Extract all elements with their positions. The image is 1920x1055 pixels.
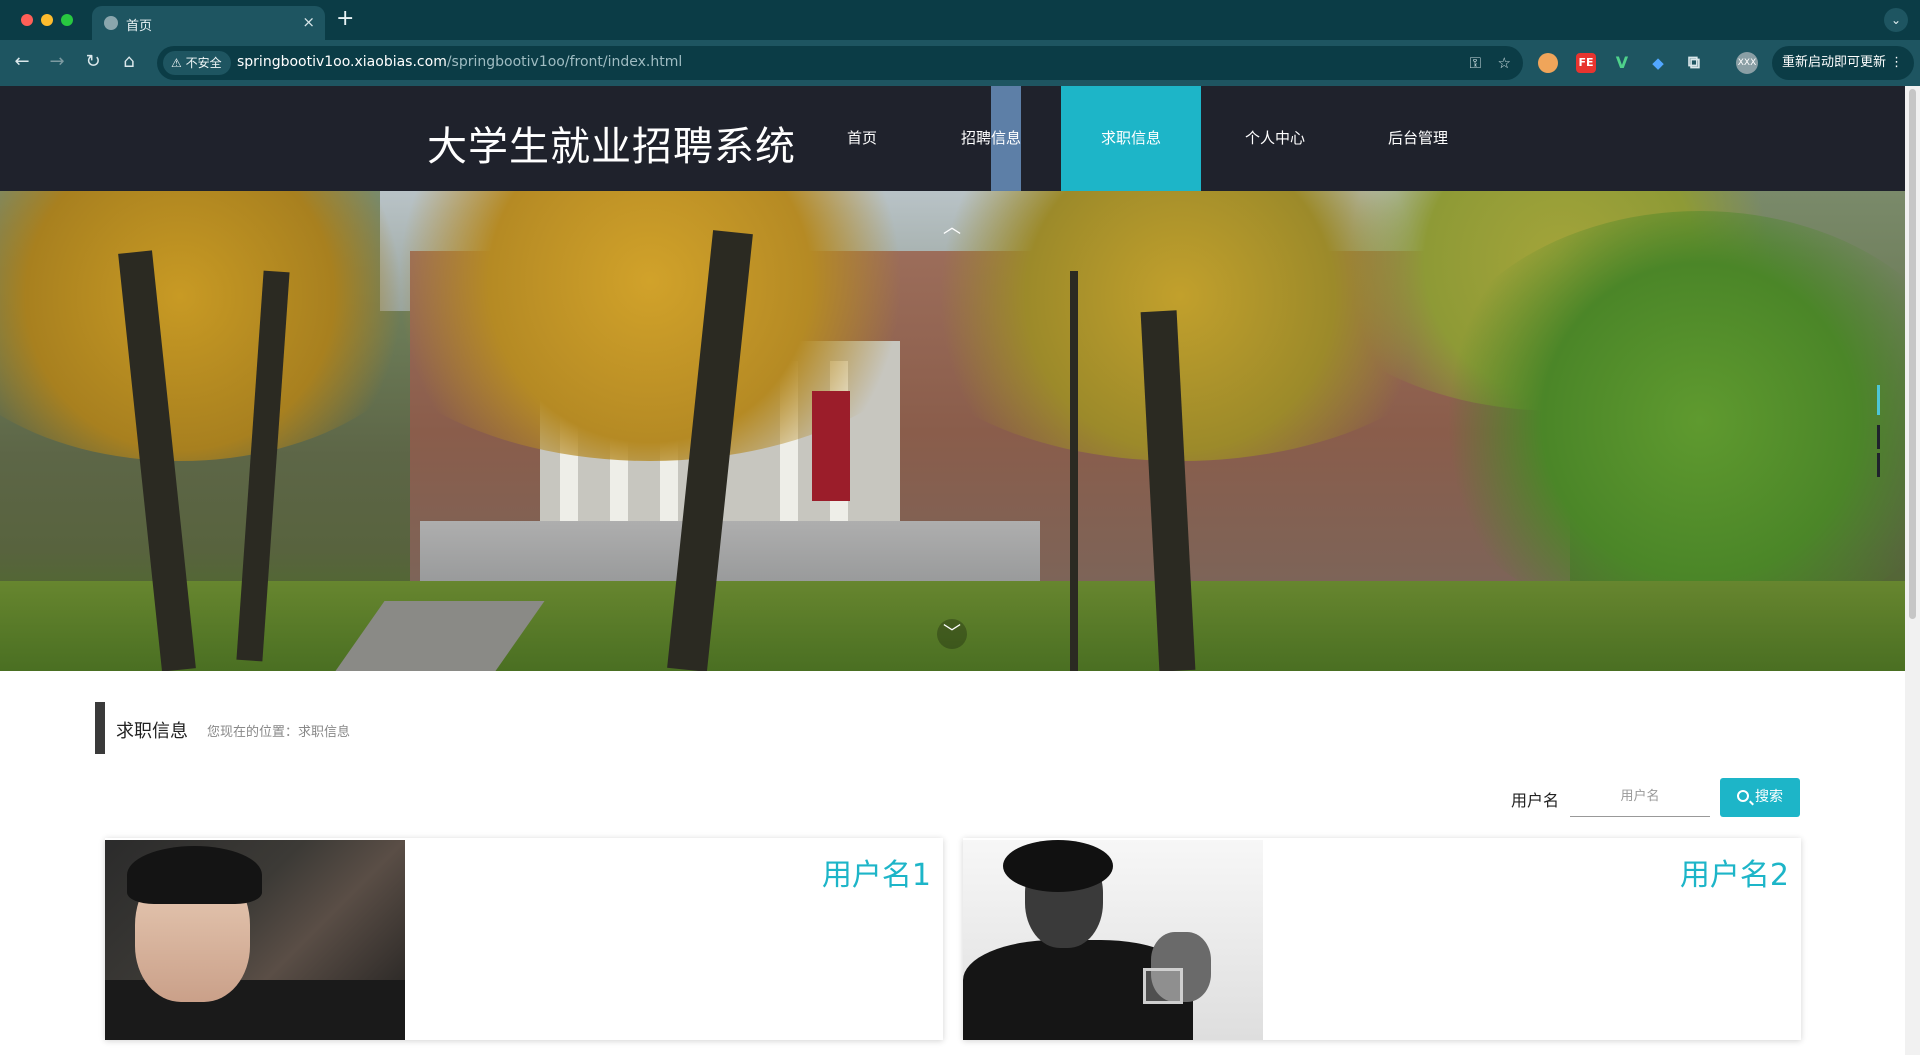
carousel-indicator[interactable] [1877,453,1880,477]
nav-home-label: 首页 [846,129,877,147]
page-scrollbar[interactable] [1905,86,1920,1055]
site-header: 大学生就业招聘系统 首页 招聘信息 求职信息 个人中心 后台管理 [0,86,1905,191]
window-minimize-button[interactable] [41,14,53,26]
extensions-puzzle-icon[interactable]: ⧉ [1684,53,1704,73]
banner-carousel: ︿ ﹀ [0,191,1905,671]
key-icon[interactable]: ⚿ [1470,54,1481,72]
carousel-indicator-active[interactable] [1877,385,1880,415]
globe-icon [104,16,118,30]
extension-fe-icon[interactable]: FE [1576,53,1596,73]
card-username[interactable]: 用户名1 [822,850,931,894]
banner-lamp-post [1070,271,1078,671]
home-icon[interactable]: ⌂ [117,52,141,72]
search-form: 用户名 搜索 [1480,775,1800,817]
nav-personal-center-label: 个人中心 [1244,129,1305,147]
browser-toolbar: ← → ↻ ⌂ ⚠ 不安全 springbootiv1oo.xiaobias.c… [0,40,1920,86]
card-username[interactable]: 用户名2 [1680,850,1789,894]
browser-tab-bar: 首页 × + ⌄ [0,0,1920,40]
user-photo [105,840,405,1040]
url-path: /springbootiv1oo/front/index.html [446,54,683,70]
tab-search-button[interactable]: ⌄ [1884,8,1908,32]
search-icon [1737,790,1749,802]
browser-tab-active[interactable]: 首页 × [92,6,325,40]
bookmark-star-icon[interactable]: ☆ [1498,54,1511,72]
carousel-prev-chevron-up-icon[interactable]: ︿ [940,213,964,239]
nav-home[interactable]: 首页 [830,86,894,191]
nav-job-postings-label: 招聘信息 [960,129,1021,147]
job-seeker-card[interactable]: 用户名2 [963,838,1801,1040]
nav-admin[interactable]: 后台管理 [1370,86,1466,191]
nav-job-seeking[interactable]: 求职信息 [1061,86,1201,191]
scrollbar-thumb[interactable] [1909,89,1916,619]
nav-job-postings[interactable]: 招聘信息 [945,86,1037,191]
nav-personal-center[interactable]: 个人中心 [1230,86,1320,191]
search-label: 用户名 [1511,791,1560,810]
profile-avatar[interactable]: XXX [1736,52,1758,74]
extension-avatar-icon[interactable] [1538,53,1558,73]
forward-arrow-icon[interactable]: → [45,52,69,72]
breadcrumb: 您现在的位置：求职信息 [207,725,351,740]
window-zoom-button[interactable] [61,14,73,26]
extension-gem-icon[interactable]: ◆ [1648,53,1668,73]
window-close-button[interactable] [21,14,33,26]
carousel-indicator[interactable] [1877,425,1880,449]
url-text[interactable]: springbootiv1oo.xiaobias.com/springbooti… [237,54,682,70]
job-seeker-card[interactable]: 用户名1 [105,838,943,1040]
photo-shape [1003,840,1113,892]
address-bar[interactable]: ⚠ 不安全 springbootiv1oo.xiaobias.com/sprin… [157,46,1523,80]
banner-flag [812,391,850,501]
search-button-label: 搜索 [1755,789,1783,805]
url-host: springbootiv1oo.xiaobias.com [237,54,447,70]
section-accent-bar [95,702,105,754]
security-warning-chip[interactable]: ⚠ 不安全 [163,51,231,75]
back-arrow-icon[interactable]: ← [10,52,34,72]
carousel-next-chevron-down-icon[interactable]: ﹀ [937,619,967,649]
close-icon[interactable]: × [302,13,315,31]
nav-admin-label: 后台管理 [1387,129,1448,147]
username-search-input[interactable] [1570,777,1710,817]
nav-job-seeking-label: 求职信息 [1100,129,1161,147]
extension-vue-icon[interactable]: V [1612,53,1632,73]
photo-shape [127,846,262,904]
search-button[interactable]: 搜索 [1720,778,1800,817]
reload-icon[interactable]: ↻ [81,52,105,72]
job-seeker-card-list: 用户名1 用户名2 [105,838,1801,1043]
tab-title: 首页 [126,19,153,34]
user-photo [963,840,1263,1040]
section-title: 求职信息 [116,721,188,742]
photo-shape [1143,968,1183,1004]
photo-shape [105,980,405,1040]
new-tab-button[interactable]: + [336,7,354,31]
relaunch-update-button[interactable]: 重新启动即可更新 ⋮ [1772,46,1914,80]
site-title: 大学生就业招聘系统 [427,124,796,170]
